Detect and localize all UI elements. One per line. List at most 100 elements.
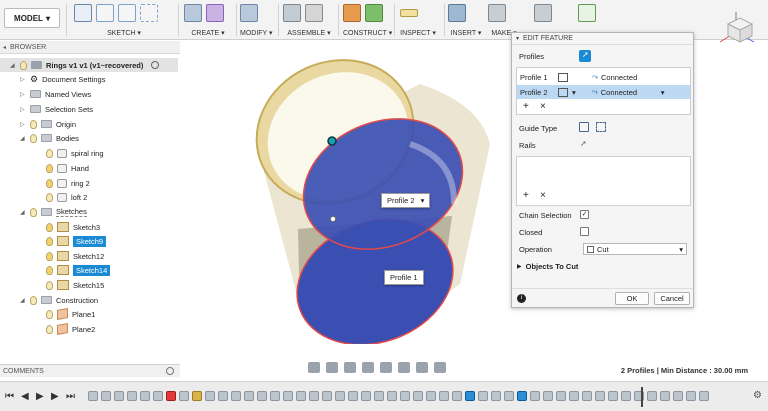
- visibility-bulb-icon[interactable]: [46, 236, 53, 246]
- play-icon[interactable]: ▶: [36, 391, 44, 402]
- timeline-item[interactable]: [348, 391, 358, 401]
- press-pull-icon[interactable]: [240, 4, 258, 22]
- create-sketch-icon[interactable]: [74, 4, 92, 22]
- timeline-item[interactable]: [465, 391, 475, 401]
- create-group[interactable]: CREATE ▾: [184, 2, 232, 38]
- center-point-marker[interactable]: [330, 216, 336, 222]
- tree-item-named-views[interactable]: ▷ Named Views: [20, 87, 91, 101]
- info-icon[interactable]: i: [517, 294, 526, 303]
- dialog-header[interactable]: ▾ EDIT FEATURE: [512, 33, 693, 45]
- tree-item-sketches[interactable]: ◢ Sketches: [20, 205, 87, 219]
- timeline-item[interactable]: [426, 391, 436, 401]
- measure-icon[interactable]: [400, 9, 418, 17]
- timeline-item[interactable]: [400, 391, 410, 401]
- operation-select[interactable]: Cut ▾: [583, 243, 687, 255]
- pan-icon[interactable]: [344, 362, 356, 373]
- rails-list[interactable]: + ×: [516, 156, 691, 206]
- form-icon[interactable]: [206, 4, 224, 22]
- tree-item-document[interactable]: ◢ Rings v1 v1 (v1~recovered): [0, 58, 178, 72]
- timeline-item[interactable]: [309, 391, 319, 401]
- profile-2-tag[interactable]: Profile 2 ▾: [381, 193, 431, 208]
- zoom-icon[interactable]: [362, 362, 374, 373]
- visibility-bulb-icon[interactable]: [30, 133, 37, 143]
- comments-panel[interactable]: COMMENTS: [0, 364, 180, 377]
- chevron-down-icon[interactable]: ◢: [20, 209, 26, 216]
- timeline-item[interactable]: [205, 391, 215, 401]
- tree-item-construction[interactable]: ◢ Construction: [20, 293, 98, 307]
- visibility-bulb-icon[interactable]: [46, 280, 53, 290]
- chevron-right-icon[interactable]: ▷: [20, 91, 26, 98]
- tree-item-body[interactable]: loft 2: [46, 190, 87, 204]
- timeline-item[interactable]: [179, 391, 189, 401]
- tree-item-plane[interactable]: Plane1: [46, 307, 95, 321]
- visibility-bulb-icon[interactable]: [46, 265, 53, 275]
- profiles-select-button[interactable]: ➚: [579, 50, 591, 62]
- timeline-item[interactable]: [543, 391, 553, 401]
- workspace-switcher[interactable]: MODEL ▾: [4, 8, 60, 28]
- timeline-item[interactable]: [608, 391, 618, 401]
- tree-item-sketch[interactable]: Sketch12: [46, 249, 104, 263]
- joint-icon[interactable]: [305, 4, 323, 22]
- chevron-down-icon[interactable]: ▾: [421, 196, 425, 205]
- spline-icon[interactable]: [96, 4, 114, 22]
- visibility-bulb-icon[interactable]: [46, 148, 53, 158]
- rectangle-icon[interactable]: [118, 4, 136, 22]
- timeline-item[interactable]: [244, 391, 254, 401]
- tree-item-sketch[interactable]: Sketch14: [46, 263, 111, 277]
- profile-row-selected[interactable]: Profile 2 ▾ ⤳ Connected ▾: [517, 85, 690, 99]
- add-rail-button[interactable]: +: [523, 190, 529, 201]
- timeline-item[interactable]: [413, 391, 423, 401]
- timeline-item[interactable]: [647, 391, 657, 401]
- grid-icon[interactable]: [416, 362, 428, 373]
- timeline-item[interactable]: [140, 391, 150, 401]
- timeline-item[interactable]: [218, 391, 228, 401]
- rails-guide-icon[interactable]: [579, 122, 589, 132]
- timeline-item[interactable]: [595, 391, 605, 401]
- tree-item-sketch[interactable]: Sketch3: [46, 220, 100, 234]
- timeline-item[interactable]: [335, 391, 345, 401]
- timeline-item[interactable]: [361, 391, 371, 401]
- chevron-down-icon[interactable]: ◢: [10, 62, 16, 69]
- ok-button[interactable]: OK: [615, 292, 649, 305]
- sketch-group[interactable]: SKETCH ▾: [74, 2, 174, 38]
- new-component-icon[interactable]: [283, 4, 301, 22]
- visibility-bulb-icon[interactable]: [46, 222, 53, 232]
- timeline-item[interactable]: [283, 391, 293, 401]
- timeline-item[interactable]: [231, 391, 241, 401]
- addins-icon[interactable]: [534, 4, 552, 22]
- visibility-bulb-icon[interactable]: [46, 163, 53, 173]
- assemble-group[interactable]: ASSEMBLE ▾: [283, 2, 335, 38]
- timeline-item[interactable]: [322, 391, 332, 401]
- remove-profile-button[interactable]: ×: [540, 101, 546, 112]
- inspect-group[interactable]: INSPECT ▾: [400, 2, 436, 38]
- timeline-item[interactable]: [530, 391, 540, 401]
- tree-item-bodies[interactable]: ◢ Bodies: [20, 131, 79, 145]
- timeline-item[interactable]: [270, 391, 280, 401]
- visibility-bulb-icon[interactable]: [46, 178, 53, 188]
- timeline-item[interactable]: [452, 391, 462, 401]
- timeline-item[interactable]: [296, 391, 306, 401]
- timeline-item[interactable]: [491, 391, 501, 401]
- fit-icon[interactable]: [380, 362, 392, 373]
- profile-row[interactable]: Profile 1 ⤳ Connected: [517, 70, 690, 84]
- profile-1-tag[interactable]: Profile 1: [384, 270, 424, 285]
- modify-group[interactable]: MODIFY ▾: [240, 2, 273, 38]
- go-to-start-icon[interactable]: ⏮: [5, 391, 14, 402]
- midplane-icon[interactable]: [365, 4, 383, 22]
- step-forward-icon[interactable]: ▶: [51, 391, 59, 402]
- visibility-bulb-icon[interactable]: [46, 192, 53, 202]
- timeline-item[interactable]: [478, 391, 488, 401]
- timeline-item[interactable]: [127, 391, 137, 401]
- timeline-item[interactable]: [114, 391, 124, 401]
- browser-header[interactable]: ◂ BROWSER: [0, 41, 180, 54]
- start-point-marker[interactable]: [327, 136, 337, 146]
- chevron-down-icon[interactable]: ◢: [20, 297, 26, 304]
- collapse-icon[interactable]: ▾: [516, 35, 519, 42]
- tree-item-plane[interactable]: Plane2: [46, 322, 95, 336]
- record-icon[interactable]: [151, 61, 160, 69]
- timeline-item[interactable]: [153, 391, 163, 401]
- tree-item-sketch[interactable]: Sketch9: [46, 234, 107, 248]
- tree-item-selection-sets[interactable]: ▷ Selection Sets: [20, 102, 93, 116]
- timeline-item[interactable]: [660, 391, 670, 401]
- timeline-item[interactable]: [166, 391, 176, 401]
